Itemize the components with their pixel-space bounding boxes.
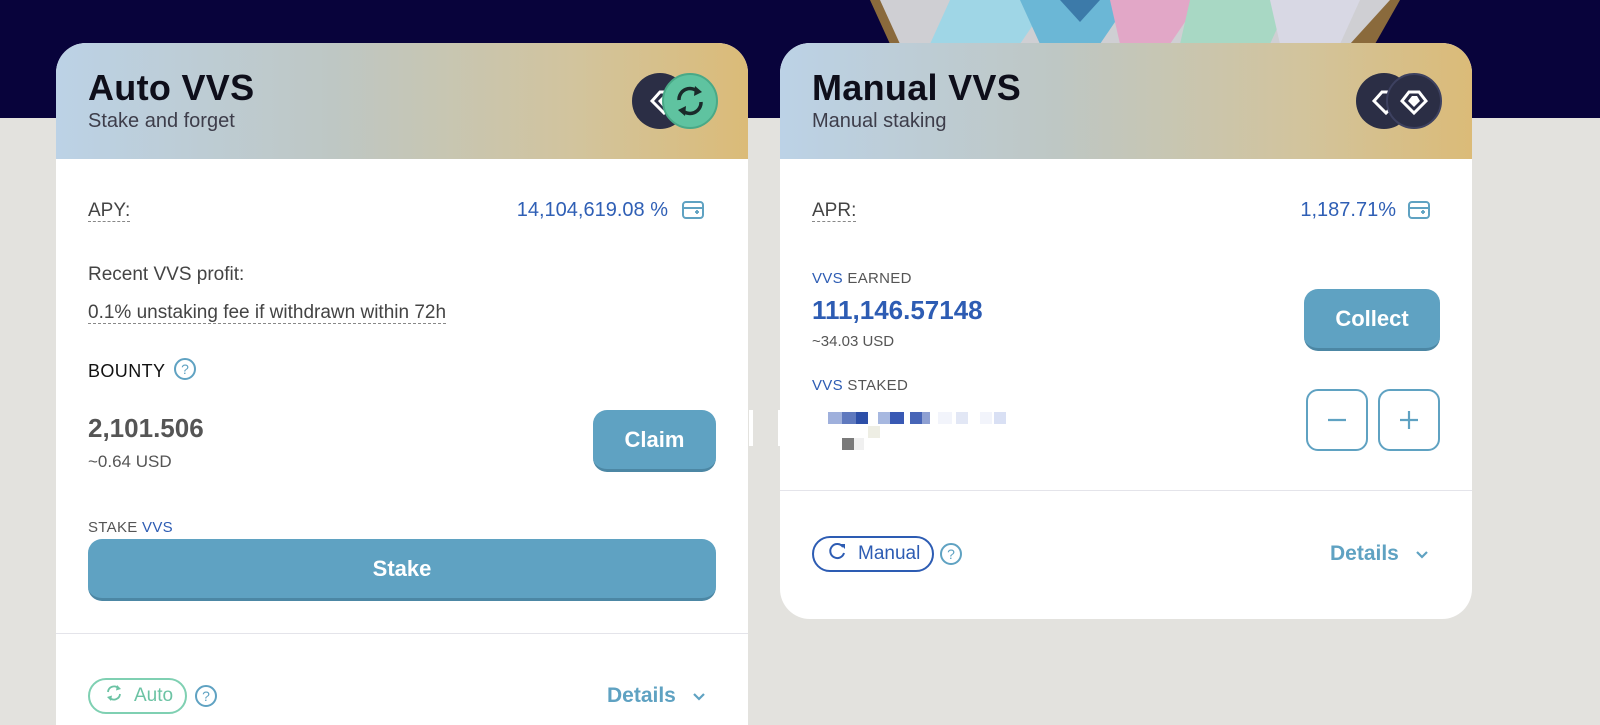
stake-token-label: STAKE VVS <box>88 519 173 536</box>
earned-label: VVS EARNED <box>812 270 912 287</box>
apy-label: APY: <box>88 200 131 222</box>
stake-button[interactable]: Stake <box>88 539 716 601</box>
calculator-icon[interactable] <box>1408 201 1430 219</box>
collect-button[interactable]: Collect <box>1304 289 1440 351</box>
unstaking-fee-note[interactable]: 0.1% unstaking fee if withdrawn within 7… <box>88 302 447 324</box>
details-toggle[interactable]: Details <box>1330 542 1429 566</box>
calculator-icon[interactable] <box>682 201 704 219</box>
staked-value-redacted <box>818 412 1018 452</box>
plus-icon <box>1400 411 1418 429</box>
manual-tag: Manual <box>812 536 935 572</box>
chevron-down-icon <box>692 684 706 708</box>
earned-usd: ~34.03 USD <box>812 333 895 350</box>
refresh-icon <box>828 541 848 567</box>
earned-value: 111,146.57148 <box>812 295 983 325</box>
card-header: Auto VVS Stake and forget <box>56 43 748 159</box>
help-icon[interactable]: ? <box>173 357 197 381</box>
tag-label: Auto <box>134 685 174 706</box>
apr-label: APR: <box>812 200 857 222</box>
claim-button[interactable]: Claim <box>593 410 716 472</box>
bounty-value: 2,101.506 <box>88 413 204 443</box>
help-icon[interactable]: ? <box>939 542 963 566</box>
card-subtitle: Manual staking <box>812 110 947 132</box>
bounty-usd: ~0.64 USD <box>88 452 172 471</box>
staked-label: VVS STAKED <box>812 377 909 394</box>
help-icon[interactable]: ? <box>194 684 218 708</box>
auto-tag: Auto <box>88 678 188 714</box>
minus-icon <box>1328 418 1346 422</box>
details-label: Details <box>1330 542 1399 565</box>
svg-text:?: ? <box>947 546 955 562</box>
divider <box>56 633 748 634</box>
chevron-down-icon <box>1415 542 1429 566</box>
refresh-icon <box>104 683 124 709</box>
details-label: Details <box>607 684 676 707</box>
token-pair <box>1356 73 1442 129</box>
recent-profit-label: Recent VVS profit: <box>88 264 245 285</box>
svg-text:?: ? <box>202 688 210 704</box>
card-header: Manual VVS Manual staking <box>780 43 1472 159</box>
apy-value: 14,104,619.08 % <box>516 199 668 221</box>
bounty-label: BOUNTY <box>88 361 166 381</box>
auto-vvs-card: Auto VVS Stake and forget APY: 14,104,61 <box>56 43 748 725</box>
auto-compound-icon <box>662 73 718 129</box>
manual-vvs-card: Manual VVS Manual staking APR: 1,187.71% <box>780 43 1472 619</box>
svg-text:?: ? <box>181 361 189 377</box>
edge-mark <box>749 410 753 446</box>
token-pair <box>632 73 718 129</box>
card-title: Auto VVS <box>88 67 255 108</box>
tag-label: Manual <box>858 543 921 564</box>
card-subtitle: Stake and forget <box>88 110 235 132</box>
vvs-token-icon <box>1386 73 1442 129</box>
card-title: Manual VVS <box>812 67 1022 108</box>
unstake-button[interactable] <box>1306 389 1368 451</box>
apr-value: 1,187.71% <box>1300 199 1396 221</box>
stake-more-button[interactable] <box>1378 389 1440 451</box>
divider <box>780 490 1472 491</box>
crystal-illustration <box>870 0 1400 44</box>
details-toggle[interactable]: Details <box>607 684 706 708</box>
